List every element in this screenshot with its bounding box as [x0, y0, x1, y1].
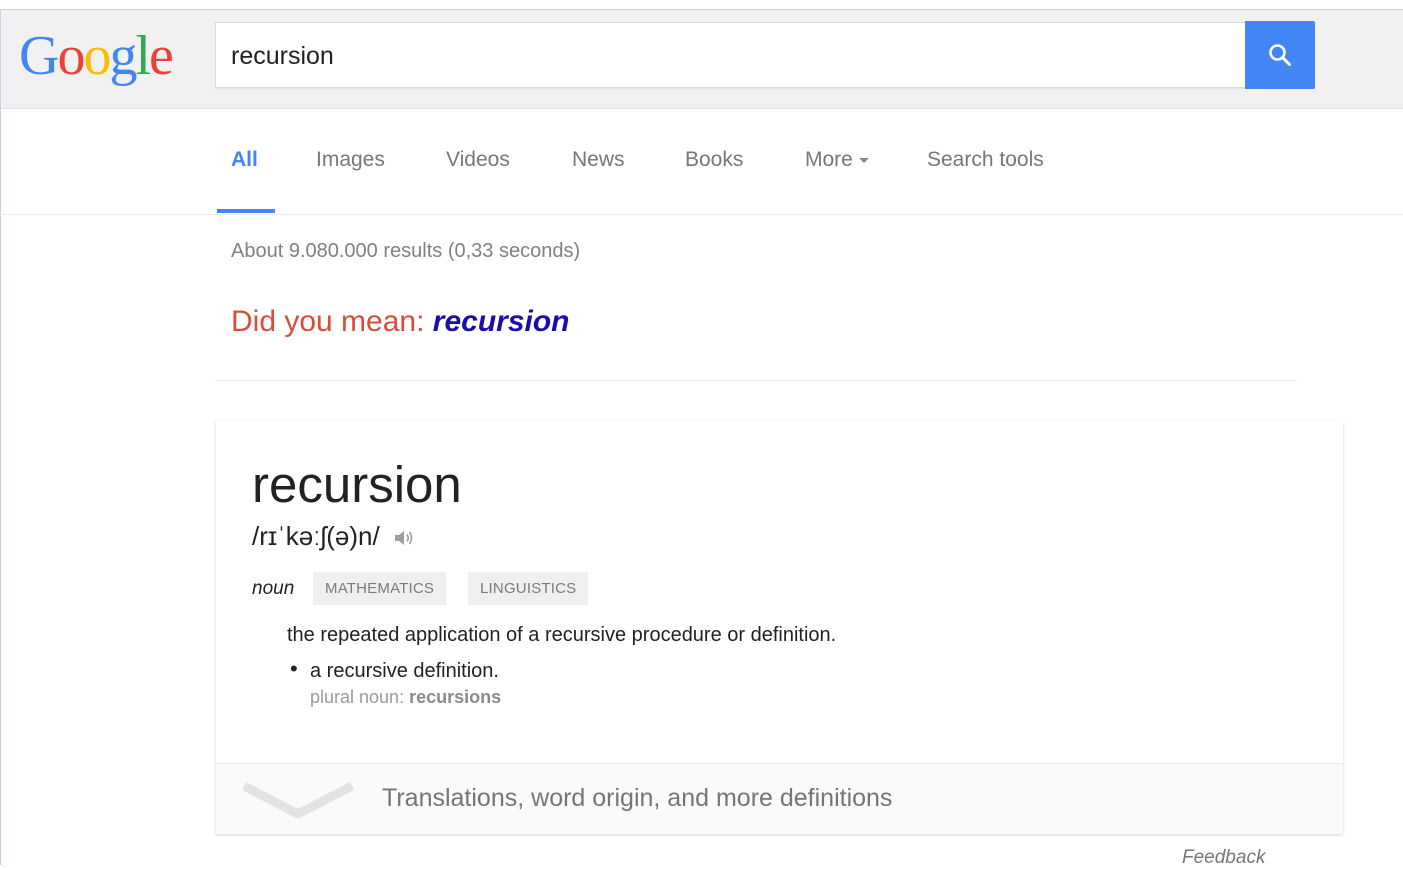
- tab-all[interactable]: All: [231, 148, 258, 172]
- phonetic-spelling: /rɪˈkəːʃ(ə)n/: [252, 521, 415, 552]
- chevron-down-icon: [241, 782, 355, 819]
- tab-books[interactable]: Books: [685, 148, 743, 172]
- did-you-mean: Did you mean: recursion: [231, 305, 570, 339]
- tab-more[interactable]: More: [805, 148, 869, 172]
- did-you-mean-link[interactable]: recursion: [433, 305, 570, 338]
- tab-videos[interactable]: Videos: [446, 148, 510, 172]
- tag-linguistics: LINGUISTICS: [468, 572, 589, 605]
- more-definitions-label: Translations, word origin, and more defi…: [382, 784, 893, 812]
- active-tab-indicator: [217, 209, 275, 213]
- caret-down-icon: [858, 157, 869, 163]
- logo-letter-g: g: [109, 25, 137, 87]
- logo-letter-l: l: [135, 25, 151, 87]
- logo-letter-G: G: [19, 25, 59, 87]
- phonetic-text: /rɪˈkəːʃ(ə)n/: [252, 521, 380, 551]
- plural-value: recursions: [409, 687, 502, 707]
- definition-sub-meaning: • a recursive definition.: [290, 656, 499, 683]
- google-logo[interactable]: Google: [19, 25, 174, 87]
- feedback-link[interactable]: Feedback: [1182, 847, 1265, 869]
- search-box[interactable]: [215, 22, 1245, 88]
- bullet-icon: •: [290, 656, 298, 681]
- search-icon: [1269, 44, 1291, 66]
- tab-news[interactable]: News: [572, 148, 625, 172]
- search-tabs: All Images Videos News Books More Search…: [0, 108, 1403, 215]
- search-button[interactable]: [1245, 21, 1315, 89]
- more-definitions-row[interactable]: Translations, word origin, and more defi…: [216, 764, 1343, 834]
- plural-label: plural noun:: [310, 687, 405, 707]
- search-input[interactable]: [231, 41, 1211, 71]
- result-stats: About 9.080.000 results (0,33 seconds): [231, 240, 581, 262]
- tag-mathematics: MATHEMATICS: [313, 572, 447, 605]
- tab-more-label: More: [805, 148, 853, 171]
- tab-images[interactable]: Images: [316, 148, 385, 172]
- logo-letter-e: e: [149, 25, 174, 87]
- tab-search-tools[interactable]: Search tools: [927, 148, 1044, 172]
- did-you-mean-label: Did you mean:: [231, 305, 425, 338]
- plural-form: plural noun: recursions: [310, 687, 501, 708]
- speaker-icon[interactable]: [393, 528, 415, 548]
- definition-word: recursion: [252, 456, 462, 513]
- dictionary-card: recursion /rɪˈkəːʃ(ə)n/ noun MATHEMATICS…: [216, 421, 1343, 834]
- logo-letter-o2: o: [83, 25, 111, 87]
- part-of-speech: noun: [252, 578, 295, 599]
- logo-letter-o1: o: [57, 25, 85, 87]
- sub-meaning-text: a recursive definition.: [310, 660, 499, 682]
- results-separator: [215, 380, 1297, 381]
- definition-meaning: the repeated application of a recursive …: [287, 624, 837, 646]
